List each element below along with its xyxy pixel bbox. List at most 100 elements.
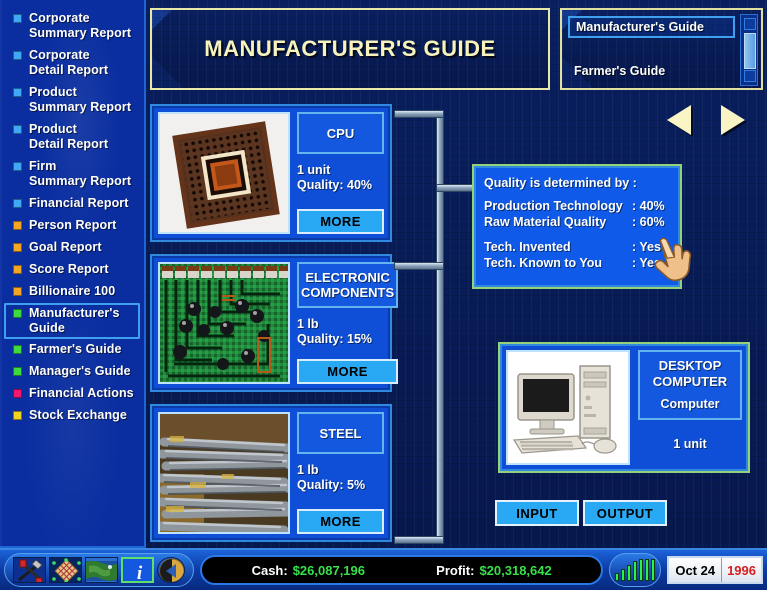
quality-key: Raw Material Quality [484, 214, 632, 230]
tech-row: Tech. Known to You : Yes [484, 255, 672, 271]
sidebar-item-7[interactable]: Goal Report [4, 237, 140, 258]
guide-option-manufacturers[interactable]: Manufacturer's Guide [568, 16, 735, 38]
signal-bars [615, 559, 655, 581]
game-date-display: Oct 24 1996 [667, 556, 763, 584]
quality-row: Production Technology : 40% [484, 198, 672, 214]
page-title-panel: MANUFACTURER'S GUIDE [150, 8, 550, 90]
more-button[interactable]: MORE [297, 209, 384, 234]
sidebar-item-2[interactable]: Product Summary Report [4, 82, 140, 118]
sidebar-item-0[interactable]: Corporate Summary Report [4, 8, 140, 44]
bullet-icon [13, 309, 22, 318]
more-button[interactable]: MORE [297, 359, 398, 384]
tech-key: Tech. Known to You [484, 255, 632, 271]
bullet-icon [13, 345, 22, 354]
profit-value: $20,318,642 [479, 563, 551, 578]
item-quantity-quality: 1 lb Quality: 5% [297, 463, 384, 493]
sidebar-item-label: Billionaire 100 [29, 284, 115, 299]
sidebar-item-label: Farmer's Guide [29, 342, 122, 357]
sidebar-item-5[interactable]: Financial Report [4, 193, 140, 214]
bullet-icon [13, 389, 22, 398]
cash-group: Cash: $26,087,196 [252, 563, 365, 578]
bullet-icon [13, 367, 22, 376]
item-quality: Quality: 5% [297, 478, 384, 493]
signal-bar-6 [651, 559, 655, 581]
tech-key: Tech. Invented [484, 239, 632, 255]
signal-bar-5 [645, 559, 649, 581]
signal-bar-1 [621, 569, 625, 581]
sidebar-item-label: Financial Actions [29, 386, 134, 401]
sidebar-item-1[interactable]: Corporate Detail Report [4, 45, 140, 81]
input-tab-button[interactable]: INPUT [495, 500, 579, 526]
sidebar-item-8[interactable]: Score Report [4, 259, 140, 280]
guide-list-scrollbar[interactable] [740, 14, 758, 86]
sidebar-item-13[interactable]: Financial Actions [4, 383, 140, 404]
sidebar-item-label: Person Report [29, 218, 116, 233]
sidebar-item-label: Manager's Guide [29, 364, 131, 379]
guide-option-farmers[interactable]: Farmer's Guide [568, 62, 735, 80]
sidebar-item-11[interactable]: Farmer's Guide [4, 339, 140, 360]
sidebar-item-10[interactable]: Manufacturer's Guide [4, 303, 140, 339]
game-board-diamond-icon[interactable] [49, 557, 82, 583]
input-item-card[interactable]: CPU 1 unit Quality: 40% MORE [150, 104, 392, 242]
quality-value: : 60% [632, 214, 665, 230]
sidebar-item-label: Manufacturer's Guide [29, 306, 120, 336]
tools-hammer-wrench-icon[interactable] [13, 557, 46, 583]
cpu-chip-photo [158, 112, 290, 234]
scroll-up-button[interactable] [744, 18, 756, 30]
sidebar-item-6[interactable]: Person Report [4, 215, 140, 236]
bullet-icon [13, 411, 22, 420]
item-quantity-quality: 1 lb Quality: 15% [297, 317, 398, 347]
bullet-icon [13, 14, 22, 23]
item-name: STEEL [297, 412, 384, 454]
info-i-icon[interactable]: i [121, 557, 154, 583]
signal-bar-2 [627, 565, 631, 581]
scrollbar-thumb[interactable] [744, 33, 756, 69]
item-quantity: 1 lb [297, 463, 384, 478]
connector-branch-top [394, 110, 444, 118]
item-quality: Quality: 40% [297, 178, 384, 193]
sidebar-item-12[interactable]: Manager's Guide [4, 361, 140, 382]
output-tab-button[interactable]: OUTPUT [583, 500, 667, 526]
world-map-icon[interactable] [85, 557, 118, 583]
connector-trunk [436, 110, 444, 544]
item-quality: Quality: 15% [297, 332, 398, 347]
bullet-icon [13, 199, 22, 208]
sidebar-item-label: Stock Exchange [29, 408, 127, 423]
sidebar-item-3[interactable]: Product Detail Report [4, 119, 140, 155]
flow-connector-diagram [394, 104, 474, 544]
connector-branch-middle [394, 262, 444, 270]
bullet-icon [13, 162, 22, 171]
sidebar-item-14[interactable]: Stock Exchange [4, 405, 140, 426]
date-value: Oct 24 [669, 558, 722, 582]
profit-group: Profit: $20,318,642 [436, 563, 552, 578]
sidebar-item-label: Product Summary Report [29, 85, 131, 115]
output-product-name: DESKTOP COMPUTER [642, 358, 738, 390]
input-item-card[interactable]: ELECTRONIC COMPONENTS 1 lb Quality: 15% … [150, 254, 392, 392]
application-window: Corporate Summary Report Corporate Detail… [0, 0, 767, 590]
sidebar-item-9[interactable]: Billionaire 100 [4, 281, 140, 302]
quality-key: Production Technology [484, 198, 632, 214]
output-product-panel[interactable]: DESKTOP COMPUTER Computer 1 unit [498, 342, 750, 473]
signal-bar-4 [639, 559, 643, 581]
signal-bar-0 [615, 573, 619, 581]
item-name: CPU [297, 112, 384, 154]
svg-text:i: i [137, 563, 143, 583]
bullet-icon [13, 221, 22, 230]
back-arrow-icon[interactable] [157, 557, 185, 583]
signal-bars-icon[interactable] [609, 553, 661, 587]
cash-value: $26,087,196 [293, 563, 365, 578]
guide-selector-list[interactable]: Manufacturer's Guide Farmer's Guide [560, 8, 763, 90]
sidebar-item-4[interactable]: Firm Summary Report [4, 156, 140, 192]
circuit-board-photo [158, 262, 290, 384]
connector-branch-bottom [394, 536, 444, 544]
sidebar-item-label: Firm Summary Report [29, 159, 131, 189]
sidebar-item-label: Corporate Summary Report [29, 11, 131, 41]
sidebar-item-label: Corporate Detail Report [29, 48, 108, 78]
sidebar-item-label: Product Detail Report [29, 122, 108, 152]
input-item-card[interactable]: STEEL 1 lb Quality: 5% MORE [150, 404, 392, 542]
signal-bar-3 [633, 561, 637, 581]
profit-label: Profit: [436, 563, 474, 578]
item-quantity: 1 unit [297, 163, 384, 178]
scroll-down-button[interactable] [744, 70, 756, 82]
more-button[interactable]: MORE [297, 509, 384, 534]
